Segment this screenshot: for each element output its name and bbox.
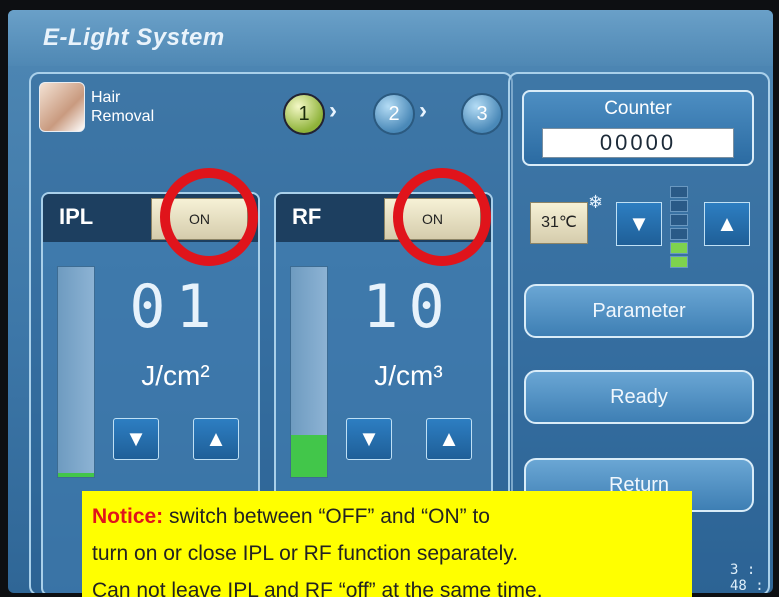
counter-box: Counter 00000	[522, 90, 754, 166]
mode-selector[interactable]: Hair Removal	[31, 74, 201, 148]
ipl-level-bar	[57, 266, 95, 478]
notice-box: Notice: switch between “OFF” and “ON” to…	[82, 491, 692, 597]
level-segment	[670, 200, 688, 212]
cooling-decrease-button[interactable]: ▼	[616, 202, 662, 246]
highlight-ring	[160, 168, 258, 266]
rf-energy-value: 10	[362, 272, 455, 342]
rf-energy-unit: J/cm³	[374, 360, 443, 391]
level-segment	[670, 256, 688, 268]
mode-label-line1: Hair	[91, 89, 121, 106]
clock: 3 : 48 : 19	[730, 562, 764, 593]
rf-level-bar	[290, 266, 328, 478]
cooling-increase-button[interactable]: ▲	[704, 202, 750, 246]
counter-display: 00000	[542, 128, 734, 158]
chevron-right-icon: ›	[419, 97, 427, 124]
ipl-label: IPL	[59, 204, 94, 229]
counter-label: Counter	[604, 98, 672, 119]
highlight-ring	[393, 168, 491, 266]
step-3[interactable]: 3	[461, 93, 503, 135]
ipl-decrease-button[interactable]: ▼	[113, 418, 159, 460]
notice-line-2: turn on or close IPL or RF function sepa…	[92, 542, 519, 565]
rf-increase-button[interactable]: ▲	[426, 418, 472, 460]
notice-line-3: Can not leave IPL and RF “off” at the sa…	[92, 579, 543, 597]
step-indicator: 1 › 2 › 3	[283, 89, 503, 135]
ready-button[interactable]: Ready	[524, 370, 754, 424]
parameter-button[interactable]: Parameter	[524, 284, 754, 338]
ipl-level-fill	[58, 472, 94, 477]
level-segment	[670, 214, 688, 226]
level-segment	[670, 228, 688, 240]
ipl-energy-value: 01	[129, 272, 222, 342]
mode-label: Hair Removal	[91, 88, 191, 126]
step-1[interactable]: 1	[283, 93, 325, 135]
step-2[interactable]: 2	[373, 93, 415, 135]
snowflake-icon: ❄	[588, 192, 604, 212]
rf-decrease-button[interactable]: ▼	[346, 418, 392, 460]
rf-level-fill	[291, 435, 327, 477]
level-segment	[670, 186, 688, 198]
rf-label: RF	[292, 204, 322, 229]
notice-heading: Notice:	[92, 505, 164, 528]
chevron-right-icon: ›	[329, 97, 337, 124]
temperature-display: 31℃	[530, 202, 588, 244]
ipl-energy-unit: J/cm²	[141, 360, 210, 391]
notice-text-1: switch between “OFF” and “ON” to	[169, 505, 490, 528]
notice-line-1: Notice: switch between “OFF” and “ON” to	[92, 505, 490, 529]
title-bar: E-Light System	[8, 10, 773, 66]
app-title: E-Light System	[43, 24, 225, 51]
level-segment	[670, 242, 688, 254]
mode-label-line2: Removal	[91, 108, 155, 125]
ipl-increase-button[interactable]: ▲	[193, 418, 239, 460]
cooling-level-indicator	[670, 186, 688, 268]
hair-removal-icon	[39, 82, 85, 132]
